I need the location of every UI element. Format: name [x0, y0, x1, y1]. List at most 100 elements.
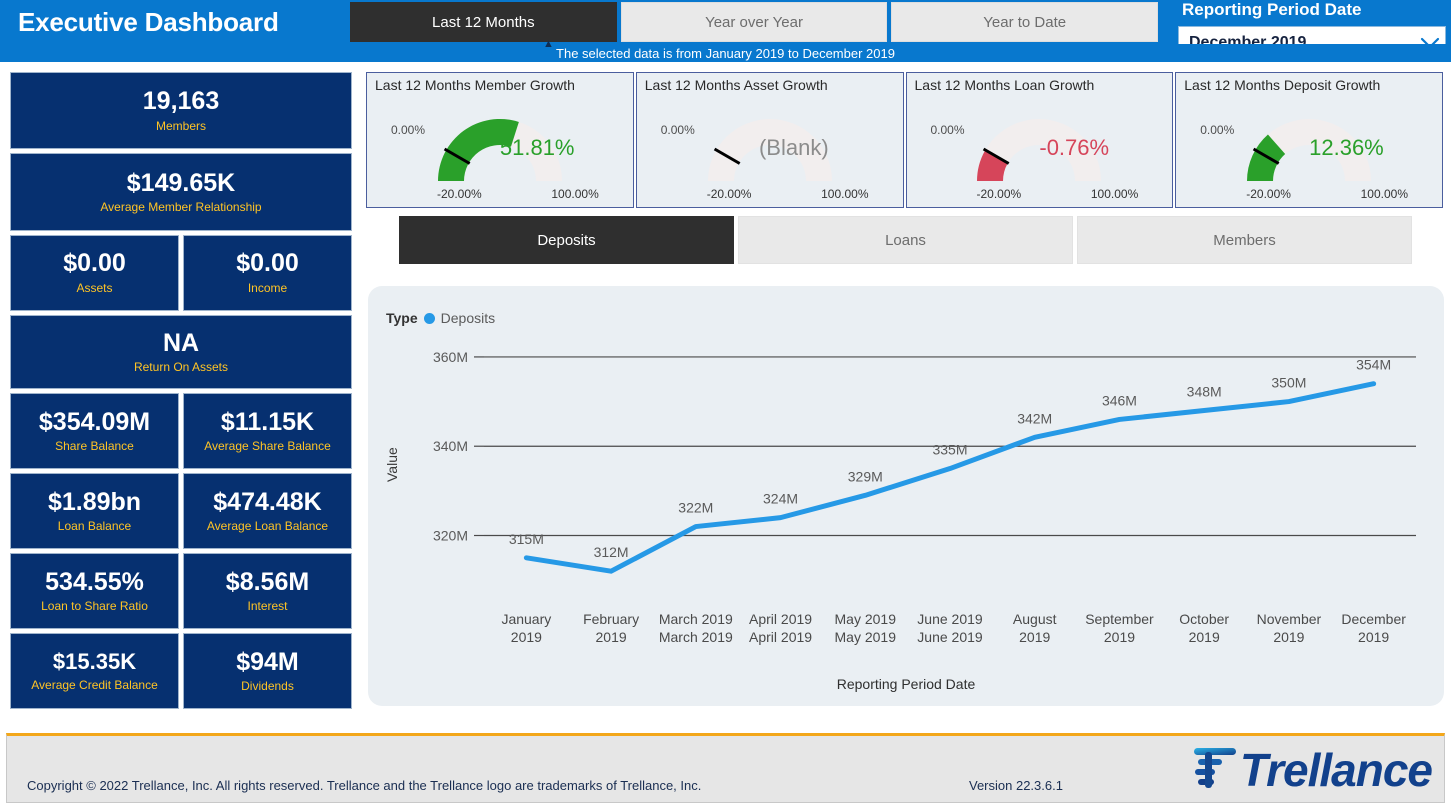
copyright-text: Copyright © 2022 Trellance, Inc. All rig…	[27, 778, 702, 793]
tab-year-over-year[interactable]: Year over Year	[620, 2, 888, 42]
kpi-value: $354.09M	[38, 407, 151, 436]
kpi-label: Average Credit Balance	[31, 677, 158, 692]
kpi-label: Assets	[76, 280, 113, 295]
gauge-value-label: (Blank)	[758, 135, 829, 160]
kpi-row: 534.55% Loan to Share Ratio $8.56M Inter…	[10, 553, 352, 629]
gauge-value-label: 12.36%	[1309, 135, 1384, 160]
kpi-label: Income	[247, 280, 288, 295]
kpi-value: $0.00	[236, 249, 299, 278]
gauge-card-4[interactable]: Last 12 Months Deposit Growth 0.00% -20.00…	[1175, 72, 1443, 208]
chart-x-tick-label: June 2019	[917, 611, 983, 627]
line-chart[interactable]: 320M 340M 360M 315M 312M 322M 324M 329M 335M 342M…	[368, 286, 1444, 706]
gauge-target-label: 0.00%	[1200, 123, 1235, 137]
kpi-label: Average Loan Balance	[206, 519, 329, 534]
trend-chart-panel: Type Deposits 320M 340M 360M 315M 312M 322M 32…	[368, 286, 1444, 706]
kpi-card-share-balance[interactable]: $354.09M Share Balance	[10, 393, 179, 469]
trellance-logo-icon	[1193, 748, 1236, 788]
chart-data-label: 315M	[509, 531, 544, 547]
category-tabs: Deposits Loans Members	[399, 216, 1412, 264]
dashboard-page: Executive Dashboard Last 12 Months Year …	[0, 0, 1451, 806]
kpi-label: Dividends	[241, 679, 294, 694]
chart-data-label: 342M	[1017, 410, 1052, 426]
chart-x-tick-label: 2019	[596, 629, 627, 645]
chart-x-axis-title: Reporting Period Date	[836, 676, 976, 692]
chart-x-tick-label: September	[1085, 611, 1154, 627]
kpi-card-average-credit-balance[interactable]: $15.35K Average Credit Balance	[10, 633, 179, 709]
kpi-card-average-member-relationship[interactable]: $149.65K Average Member Relationship	[10, 153, 352, 231]
kpi-card-assets[interactable]: $0.00 Assets	[10, 234, 179, 311]
chart-data-label: 350M	[1271, 375, 1306, 391]
kpi-value: $11.15K	[220, 407, 315, 436]
chart-x-tick-label: 2019	[1189, 629, 1220, 645]
tab-loans[interactable]: Loans	[738, 216, 1073, 264]
logo-wordmark: Trellance	[1239, 744, 1433, 796]
chart-data-label: 329M	[848, 468, 883, 484]
kpi-card-loan-to-share-ratio[interactable]: 534.55% Loan to Share Ratio	[10, 553, 179, 629]
chart-data-label: 354M	[1356, 357, 1391, 373]
chart-data-label: 335M	[932, 442, 967, 458]
kpi-label: Interest	[247, 599, 288, 614]
gauge-min-label: -20.00%	[437, 187, 482, 201]
chart-x-tick-label: August	[1013, 611, 1057, 627]
gauge-value-label: 51.81%	[499, 135, 575, 160]
kpi-label: Loan to Share Ratio	[41, 599, 148, 614]
kpi-value: $15.35K	[52, 649, 137, 675]
chart-x-tick-label: May 2019	[835, 629, 897, 645]
kpi-value: $94M	[236, 647, 299, 676]
chart-series-line	[523, 381, 1377, 574]
kpi-card-income[interactable]: $0.00 Income	[183, 234, 352, 311]
gauge-card-3[interactable]: Last 12 Months Loan Growth 0.00% -20.00% 10…	[905, 72, 1174, 208]
kpi-card-average-share-balance[interactable]: $11.15K Average Share Balance	[183, 393, 352, 469]
chart-x-tick-label: April 2019	[749, 611, 812, 627]
kpi-value: $474.48K	[213, 487, 322, 516]
gauge-max-label: 100.00%	[1090, 187, 1139, 201]
chart-x-tick-label: November	[1257, 611, 1322, 627]
chart-x-tick-label: February	[583, 611, 639, 627]
tab-members[interactable]: Members	[1077, 216, 1412, 264]
kpi-label: Members	[155, 118, 206, 133]
kpi-column: 19,163 Members $149.65K Average Member R…	[10, 72, 352, 709]
chart-x-tick-label: June 2019	[917, 629, 983, 645]
tab-label: Members	[1213, 231, 1276, 249]
kpi-value: 19,163	[142, 87, 220, 116]
gauge-title: Last 12 Months Member Growth	[375, 77, 575, 93]
chart-data-label: 312M	[594, 544, 629, 560]
gauge-card-2[interactable]: Last 12 Months Asset Growth 0.00% -20.00% 1…	[635, 72, 904, 208]
chart-x-tick-label: April 2019	[749, 629, 812, 645]
kpi-card-loan-balance[interactable]: $1.89bn Loan Balance	[10, 473, 179, 549]
chart-x-tick-label: 2019	[1019, 629, 1050, 645]
selection-subtitle: The selected data is from January 2019 t…	[556, 45, 895, 61]
tab-deposits[interactable]: Deposits	[399, 216, 734, 264]
app-footer: Copyright © 2022 Trellance, Inc. All rig…	[6, 733, 1445, 803]
kpi-value: 534.55%	[45, 567, 144, 596]
kpi-card-interest[interactable]: $8.56M Interest	[183, 553, 352, 629]
kpi-card-average-loan-balance[interactable]: $474.48K Average Loan Balance	[183, 473, 352, 549]
kpi-row: $1.89bn Loan Balance $474.48K Average Lo…	[10, 473, 352, 549]
kpi-value: $0.00	[63, 249, 126, 278]
chart-x-tick-label: March 2019	[659, 611, 733, 627]
kpi-value: NA	[162, 328, 200, 357]
kpi-label: Average Member Relationship	[100, 200, 262, 215]
version-text: Version 22.3.6.1	[969, 778, 1063, 793]
kpi-card-return-on-assets[interactable]: NA Return On Assets	[10, 314, 352, 389]
chart-x-tick-label: 2019	[1104, 629, 1135, 645]
chart-y-axis-title: Value	[384, 447, 400, 482]
kpi-row: $0.00 Assets $0.00 Income	[10, 234, 352, 311]
gauge-title: Last 12 Months Asset Growth	[644, 77, 828, 93]
chart-x-tick-label: January	[501, 611, 551, 627]
chart-data-label: 324M	[763, 491, 798, 507]
kpi-card-members[interactable]: 19,163 Members	[10, 72, 352, 150]
chart-x-tick-label: 2019	[511, 629, 542, 645]
tab-last-12-months[interactable]: Last 12 Months	[350, 2, 617, 42]
chart-x-tick-label: December	[1341, 611, 1406, 627]
gauge-target-label: 0.00%	[391, 123, 426, 137]
tab-year-to-date[interactable]: Year to Date	[891, 2, 1159, 42]
kpi-card-dividends[interactable]: $94M Dividends	[183, 633, 352, 709]
chart-y-tick-label: 320M	[433, 528, 468, 544]
reporting-period-label: Reporting Period Date	[1182, 0, 1362, 19]
chart-x-tick-label: May 2019	[835, 611, 897, 627]
gauge-card-1[interactable]: Last 12 Months Member Growth 0.00% -20.00%…	[366, 72, 634, 208]
page-title: Executive Dashboard	[18, 7, 279, 37]
chart-x-tick-label: 2019	[1273, 629, 1304, 645]
chart-data-label: 348M	[1187, 384, 1222, 400]
